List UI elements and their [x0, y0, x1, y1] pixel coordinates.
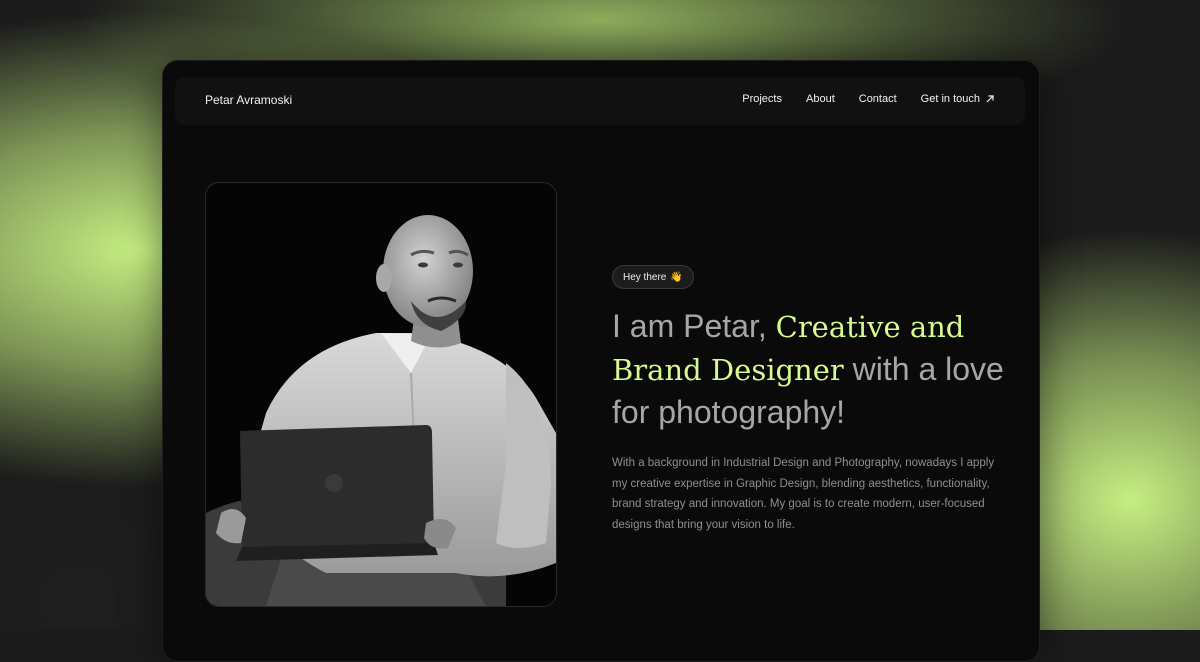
nav-link-about[interactable]: About	[806, 93, 835, 105]
nav-links: Projects About Contact Get in touch	[742, 93, 995, 105]
greeting-badge: Hey there 👋	[612, 265, 694, 289]
arrow-up-right-icon	[986, 95, 994, 103]
nav-label: Contact	[858, 93, 897, 105]
nav-label: Projects	[742, 93, 782, 105]
nav-link-contact[interactable]: Contact	[859, 93, 897, 105]
nav-label: Get in touch	[920, 93, 980, 105]
brand-name[interactable]: Petar Avramoski	[205, 93, 292, 107]
headline-prefix: I am Petar,	[612, 308, 776, 344]
wave-icon: 👋	[670, 271, 683, 283]
nav-label: About	[806, 93, 835, 105]
badge-label: Hey there	[623, 271, 667, 283]
navbar: Petar Avramoski Projects About Contact G…	[175, 77, 1025, 125]
hero-bio: With a background in Industrial Design a…	[612, 457, 995, 531]
nav-link-projects[interactable]: Projects	[742, 93, 782, 105]
browser-frame: Petar Avramoski Projects About Contact G…	[162, 60, 1040, 662]
hero-headline: I am Petar, Creative and Brand Designer …	[612, 305, 1012, 433]
portrait-photo	[205, 182, 557, 607]
nav-link-get-in-touch[interactable]: Get in touch	[921, 93, 995, 105]
